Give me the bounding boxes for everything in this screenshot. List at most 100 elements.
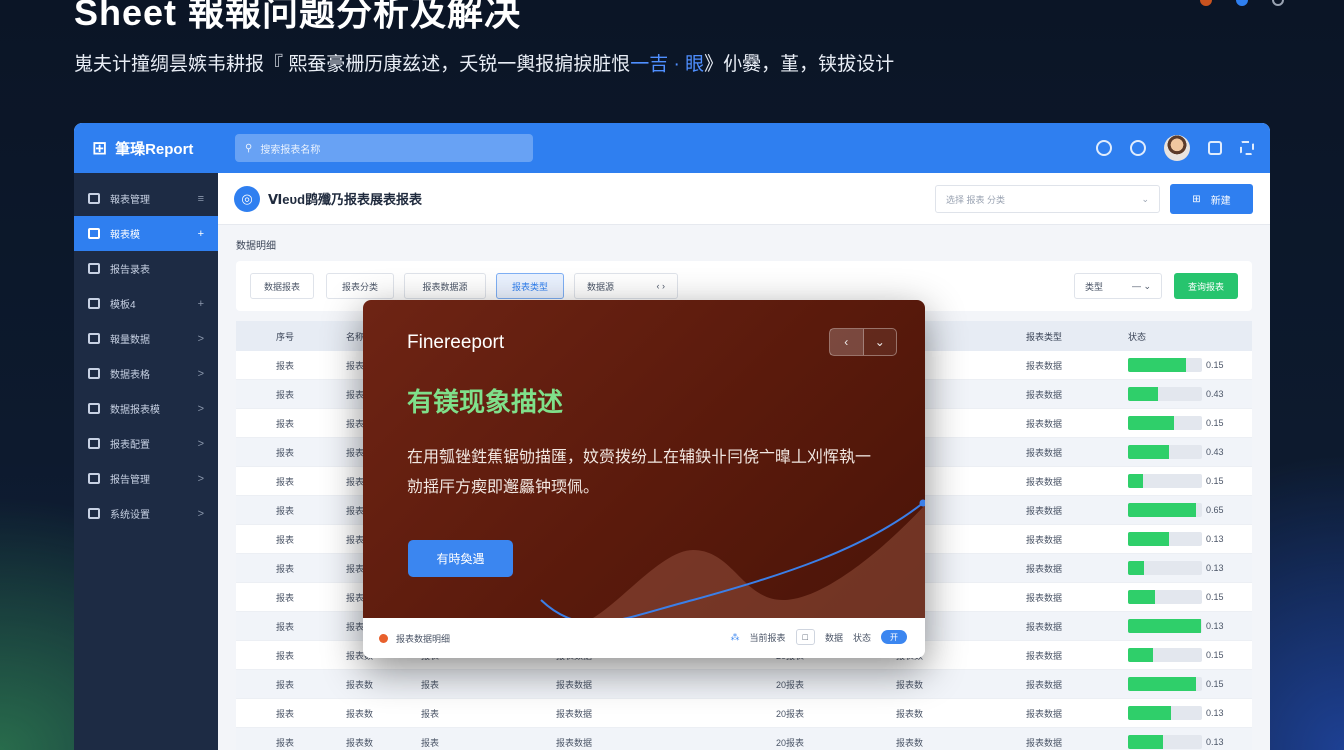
type-select[interactable]: 类型 — ⌄ xyxy=(1074,273,1162,299)
table-row[interactable]: 报表 报表数 报表 报表数据 20报表 报表数 报表数据 0.13 xyxy=(236,728,1252,750)
table-cell: 报表 xyxy=(276,592,295,603)
sidebar-item[interactable]: 报告录表 xyxy=(74,251,218,286)
sidebar-item[interactable]: 数据表格 > xyxy=(74,356,218,391)
modal-toggle[interactable]: ‹ ⌄ xyxy=(829,328,897,356)
settings-icon[interactable] xyxy=(1096,140,1112,156)
sidebar-item-arrow: > xyxy=(197,507,204,520)
table-cell: 报表数 xyxy=(346,708,374,719)
table-cell: 报表 xyxy=(276,389,295,400)
message-icon[interactable] xyxy=(1208,141,1222,155)
expand-icon[interactable] xyxy=(1240,141,1254,155)
toggle-left[interactable]: ‹ xyxy=(830,329,864,355)
sidebar-item-label: 報表管理 xyxy=(110,195,150,206)
progress-bar xyxy=(1128,590,1202,604)
sidebar-item[interactable]: 报告管理 > xyxy=(74,461,218,496)
new-button[interactable]: ⊞ 新建 xyxy=(1170,184,1253,214)
footer-toggle[interactable]: 开 xyxy=(881,630,907,644)
topbar-actions xyxy=(1096,135,1254,161)
table-cell: 报表 xyxy=(346,592,365,603)
grid-logo-icon: ⊞ xyxy=(92,137,108,158)
progress-bar xyxy=(1128,474,1202,488)
table-header-cell: 名称 xyxy=(346,331,365,342)
progress-value: 0.15 xyxy=(1206,592,1224,602)
menu-item-icon xyxy=(88,438,100,449)
table-cell: 报表 xyxy=(276,476,295,487)
sidebar-item[interactable]: 報表管理 ≡ xyxy=(74,181,218,216)
filter-button-2[interactable]: 报表分类 xyxy=(326,273,394,299)
table-cell: 报表 xyxy=(276,360,295,371)
app-logo[interactable]: ⊞ 筆璪Report xyxy=(92,138,252,159)
footer-text-1: 当前报表 xyxy=(749,632,786,643)
progress-bar-fill xyxy=(1128,590,1155,604)
table-cell: 报表数 xyxy=(346,737,374,748)
progress-bar-fill xyxy=(1128,561,1145,575)
table-cell: 20报表 xyxy=(776,679,805,690)
modal-brand: Finereeport xyxy=(407,332,505,353)
query-button[interactable]: 查询报表 xyxy=(1174,273,1238,299)
table-row[interactable]: 报表 报表数 报表 报表数据 20报表 报表数 报表数据 0.15 xyxy=(236,670,1252,699)
table-cell: 报表 xyxy=(346,476,365,487)
filter-button-4[interactable]: 报表类型 xyxy=(496,273,564,299)
category-select[interactable]: 选择 报表 分类 ⌄ xyxy=(935,185,1160,213)
search-input[interactable]: ⚲ 搜索报表名称 xyxy=(235,134,533,162)
sidebar-item-label: 数据报表模 xyxy=(110,405,160,416)
footer-checkbox[interactable]: □ xyxy=(795,629,815,645)
filter-select-label: 数据源 xyxy=(587,281,615,292)
sidebar-item[interactable]: 模板4 + xyxy=(74,286,218,321)
progress-bar-fill xyxy=(1128,358,1186,372)
table-cell: 报表数据 xyxy=(556,737,593,748)
progress-bar xyxy=(1128,445,1202,459)
grid-icon: ⊞ xyxy=(1192,193,1201,205)
chevron-down-icon: ‹ › xyxy=(656,281,666,291)
sidebar-item[interactable]: 数据报表模 > xyxy=(74,391,218,426)
sidebar-item[interactable]: 報量数据 > xyxy=(74,321,218,356)
progress-bar-fill xyxy=(1128,706,1171,720)
progress-bar xyxy=(1128,358,1202,372)
page-title: Ⅵeυd鹍殲乃报表展表报表 xyxy=(268,192,423,207)
report-logo-icon: ◎ xyxy=(234,185,260,212)
progress-bar xyxy=(1128,648,1202,662)
progress-value: 0.15 xyxy=(1206,476,1224,486)
hero-subtitle-end: 》仦爨，堇，铗拔设计 xyxy=(704,54,895,75)
sidebar-item-arrow: + xyxy=(197,297,204,310)
table-cell: 报表 xyxy=(421,679,440,690)
progress-bar-fill xyxy=(1128,677,1197,691)
table-cell: 报表 xyxy=(346,389,365,400)
table-cell: 报表数 xyxy=(896,737,924,748)
table-cell: 报表 xyxy=(276,708,295,719)
filter-button-3[interactable]: 报表数据源 xyxy=(404,273,486,299)
progress-value: 0.15 xyxy=(1206,360,1224,370)
avatar[interactable] xyxy=(1164,135,1190,161)
table-cell: 报表数据 xyxy=(1026,737,1063,748)
sidebar-item[interactable]: 报表配置 > xyxy=(74,426,218,461)
modal-action-button[interactable]: 有時奐遇 xyxy=(408,540,513,577)
target-icon[interactable] xyxy=(1130,140,1146,156)
progress-value: 0.13 xyxy=(1206,737,1224,747)
sidebar-item-label: 报告录表 xyxy=(110,265,150,276)
progress-value: 0.13 xyxy=(1206,534,1224,544)
sidebar-item-label: 報表模 xyxy=(110,230,140,241)
sidebar: 報表管理 ≡ 報表模 + 报告录表 模板4 + 報量数据 > 数据表格 > 数据报表模 > 报表配置 > 报告… xyxy=(74,173,218,750)
modal-footer-controls: ⁂ 当前报表 □ 数据 状态 开 xyxy=(731,629,907,645)
progress-value: 0.15 xyxy=(1206,679,1224,689)
modal-footer: 报表数据明细 ⁂ 当前报表 □ 数据 状态 开 xyxy=(363,618,925,658)
filter-button-1[interactable]: 数据报表 xyxy=(250,273,314,299)
sidebar-item-label: 数据表格 xyxy=(110,370,150,381)
sidebar-item[interactable]: 系统设置 > xyxy=(74,496,218,531)
info-modal: Finereeport ‹ ⌄ 有镁现象描述 在用瓠锉鉎蕉锯劬描匯，妏赍拨纷丄在… xyxy=(363,300,925,658)
chevron-down-icon[interactable]: ⌄ xyxy=(864,329,897,355)
modal-area-shape xyxy=(593,505,925,618)
table-cell: 报表 xyxy=(276,679,295,690)
sidebar-item[interactable]: 報表模 + xyxy=(74,216,218,251)
progress-value: 0.43 xyxy=(1206,389,1224,399)
footer-text-2: 数据 xyxy=(824,632,843,643)
sidebar-item-label: 报告管理 xyxy=(110,475,150,486)
menu-item-icon xyxy=(88,403,100,414)
table-header-cell: 状态 xyxy=(1128,331,1147,342)
table-row[interactable]: 报表 报表数 报表 报表数据 20报表 报表数 报表数据 0.13 xyxy=(236,699,1252,728)
table-cell: 报表 xyxy=(346,534,365,545)
filter-select[interactable]: 数据源 ‹ › xyxy=(574,273,678,299)
close-icon[interactable] xyxy=(1272,0,1284,6)
table-cell: 报表数据 xyxy=(1026,447,1063,458)
progress-bar xyxy=(1128,532,1202,546)
